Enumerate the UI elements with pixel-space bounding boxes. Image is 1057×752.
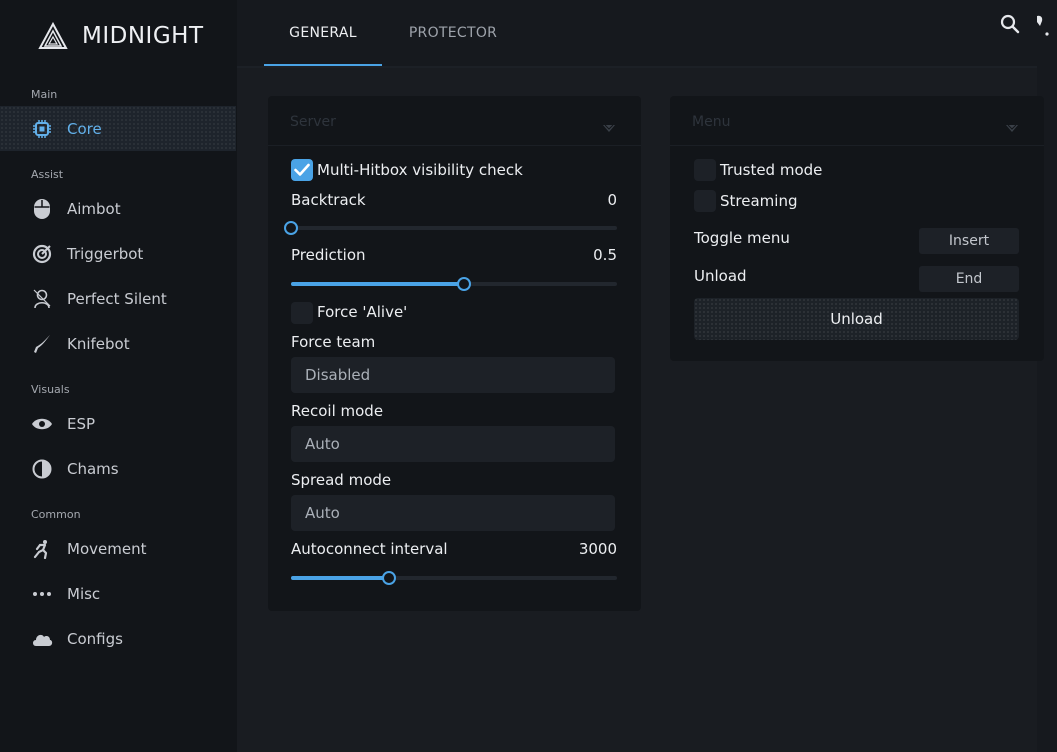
section-label-visuals: Visuals: [31, 383, 70, 396]
chevron-down-icon[interactable]: [1006, 118, 1018, 137]
force-alive-label: Force 'Alive': [317, 303, 408, 321]
sidebar-item-label: Perfect Silent: [67, 289, 167, 308]
sidebar-item-label: Chams: [67, 459, 119, 478]
sidebar: MIDNIGHT Main Core Assist Aimbot Trigger…: [0, 0, 237, 752]
slider-knob[interactable]: [284, 221, 298, 235]
prediction-label: Prediction: [291, 246, 366, 264]
section-label-main: Main: [31, 88, 58, 101]
spread-mode-label: Spread mode: [291, 471, 392, 489]
sidebar-item-label: Triggerbot: [67, 244, 144, 263]
sidebar-item-perfect-silent[interactable]: Perfect Silent: [0, 276, 236, 321]
app-logo: MIDNIGHT: [38, 22, 204, 50]
toggle-menu-keybind[interactable]: Insert: [919, 228, 1019, 254]
sidebar-item-label: Knifebot: [67, 334, 130, 353]
sidebar-item-core[interactable]: Core: [0, 106, 236, 151]
target-icon: [31, 243, 53, 265]
sidebar-item-label: Movement: [67, 539, 147, 558]
backtrack-value: 0: [607, 191, 617, 209]
sidebar-item-triggerbot[interactable]: Triggerbot: [0, 231, 236, 276]
sidebar-item-aimbot[interactable]: Aimbot: [0, 186, 236, 231]
slider-track: [291, 226, 617, 230]
sidebar-item-label: Aimbot: [67, 199, 121, 218]
recoil-mode-select[interactable]: Auto: [291, 426, 615, 462]
chip-icon: [31, 118, 53, 140]
unload-label: Unload: [694, 267, 747, 285]
tab-bar: GENERAL PROTECTOR: [237, 0, 1057, 66]
prediction-value: 0.5: [593, 246, 617, 264]
contrast-icon: [31, 458, 53, 480]
server-panel-header[interactable]: Server: [268, 96, 641, 146]
cloud-icon: [31, 628, 53, 650]
autoconnect-label: Autoconnect interval: [291, 540, 448, 558]
sidebar-item-label: Core: [67, 119, 102, 138]
menu-panel-header[interactable]: Menu: [670, 96, 1044, 146]
midnight-logo-icon: [38, 22, 68, 49]
sidebar-item-esp[interactable]: ESP: [0, 401, 236, 446]
backtrack-slider[interactable]: [284, 221, 617, 235]
server-panel: Server Multi-Hitbox visibility check Bac…: [268, 96, 641, 611]
prediction-slider[interactable]: [291, 277, 617, 291]
autoconnect-slider[interactable]: [291, 571, 617, 585]
backtrack-label: Backtrack: [291, 191, 366, 209]
trusted-mode-checkbox[interactable]: [694, 159, 716, 181]
search-icon[interactable]: [1000, 14, 1020, 38]
sidebar-item-label: Misc: [67, 584, 101, 603]
tab-protector[interactable]: PROTECTOR: [397, 0, 509, 66]
unload-button[interactable]: Unload: [694, 298, 1019, 340]
force-alive-checkbox[interactable]: [291, 302, 313, 324]
streaming-checkbox[interactable]: [694, 190, 716, 212]
recoil-mode-label: Recoil mode: [291, 402, 384, 420]
force-team-label: Force team: [291, 333, 376, 351]
checkmark-icon: [294, 163, 310, 176]
profile-icon[interactable]: [1031, 14, 1051, 40]
chevron-down-icon[interactable]: [603, 118, 615, 137]
section-label-common: Common: [31, 508, 81, 521]
multi-hitbox-label: Multi-Hitbox visibility check: [317, 161, 523, 179]
toggle-menu-label: Toggle menu: [694, 229, 790, 247]
sidebar-item-chams[interactable]: Chams: [0, 446, 236, 491]
section-label-assist: Assist: [31, 168, 64, 181]
slider-fill: [291, 576, 389, 580]
autoconnect-value: 3000: [578, 540, 617, 558]
slider-fill: [291, 282, 464, 286]
slider-knob[interactable]: [456, 277, 471, 291]
ghost-icon: [31, 288, 53, 310]
streaming-label: Streaming: [720, 192, 798, 210]
more-icon: [31, 583, 53, 605]
sidebar-item-misc[interactable]: Misc: [0, 571, 236, 616]
slider-knob[interactable]: [381, 571, 396, 585]
menu-panel: Menu Trusted mode Streaming Toggle menu …: [670, 96, 1044, 361]
trusted-mode-label: Trusted mode: [720, 161, 823, 179]
sidebar-item-configs[interactable]: Configs: [0, 616, 236, 661]
knife-icon: [31, 333, 53, 355]
sidebar-item-label: Configs: [67, 629, 123, 648]
eye-icon: [31, 413, 53, 435]
unload-keybind[interactable]: End: [919, 266, 1019, 292]
sidebar-item-movement[interactable]: Movement: [0, 526, 236, 571]
menu-panel-title: Menu: [692, 114, 731, 130]
server-panel-title: Server: [290, 114, 336, 130]
tab-general[interactable]: GENERAL: [264, 0, 382, 66]
running-icon: [31, 538, 53, 560]
sidebar-item-knifebot[interactable]: Knifebot: [0, 321, 236, 366]
spread-mode-select[interactable]: Auto: [291, 495, 615, 531]
multi-hitbox-checkbox[interactable]: [291, 159, 313, 181]
force-team-select[interactable]: Disabled: [291, 357, 615, 393]
app-name: MIDNIGHT: [82, 23, 204, 49]
mouse-icon: [31, 198, 53, 220]
sidebar-item-label: ESP: [67, 414, 96, 433]
